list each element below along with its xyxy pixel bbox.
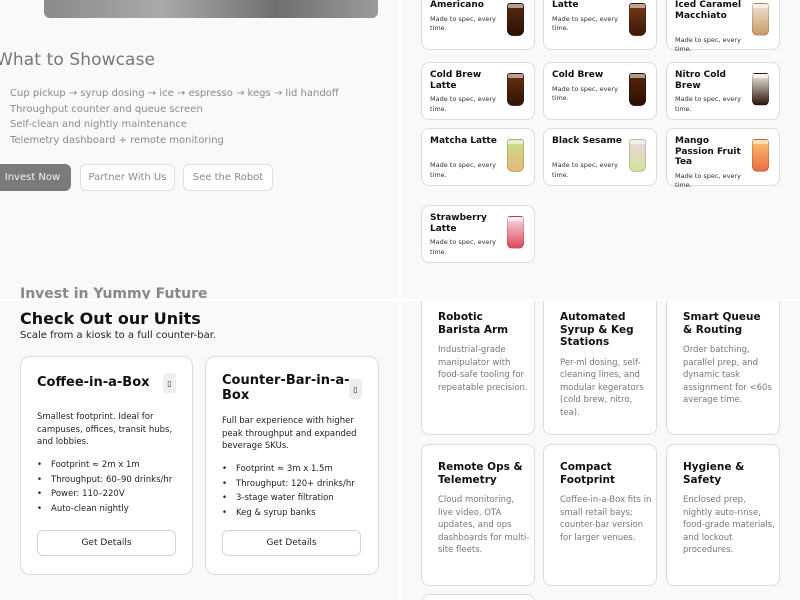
- feature-card: Hygiene & Safety Enclosed prep, nightly a…: [666, 444, 780, 586]
- spec-item: Keg & syrup banks: [222, 506, 355, 521]
- menu-item-card[interactable]: Americano Made to spec, every time.: [421, 0, 535, 50]
- spec-item: Footprint ≈ 2m x 1m: [37, 458, 172, 473]
- features-grid: Robotic Barista Arm Industrial-grade mani…: [400, 300, 800, 600]
- menu-item-description: Made to spec, every time.: [430, 161, 496, 179]
- menu-item-card[interactable]: Cold Brew Made to spec, every time.: [543, 62, 657, 120]
- spec-item: Throughput: 120+ drinks/hr: [222, 477, 355, 492]
- menu-item-description: Made to spec, every time.: [675, 171, 741, 190]
- feature-card: Compact Footprint Coffee-in-a-Box fits in…: [543, 444, 657, 586]
- showcase-list: Cup pickup → syrup dosing → ice → espres…: [10, 86, 339, 148]
- menu-item-card[interactable]: Latte Made to spec, every time.: [543, 0, 657, 50]
- menu-item-name: Strawberry Latte: [430, 213, 487, 234]
- feature-description: Order batching, parallel prep, and dynam…: [683, 345, 772, 405]
- get-details-button[interactable]: Get Details: [37, 530, 176, 556]
- drink-cup-icon: [752, 73, 769, 106]
- feature-description: Coffee-in-a-Box fits in small retail bay…: [560, 495, 652, 543]
- menu-item-name: Mango Passion Fruit Tea: [675, 136, 741, 167]
- menu-item-description: Made to spec, every time.: [552, 161, 618, 179]
- menu-item-description: Made to spec, every time.: [430, 95, 496, 113]
- partner-with-us-button[interactable]: Partner With Us: [80, 164, 175, 191]
- units-title: Check Out our Units: [20, 309, 201, 328]
- menu-item-name: Cold Brew Latte: [430, 70, 482, 91]
- menu-item-name: Iced Caramel Macchiato: [675, 0, 742, 21]
- quadrant-divider: [0, 299, 800, 301]
- menu-item-card[interactable]: Iced Caramel Macchiato Made to spec, ever…: [666, 0, 780, 53]
- menu-item-card[interactable]: Matcha Latte Made to spec, every time.: [421, 128, 535, 186]
- box-icon: ▯: [163, 373, 176, 393]
- feature-card: [421, 594, 535, 600]
- menu-item-description: Made to spec, every time.: [552, 14, 618, 33]
- menu-item-name: Nitro Cold Brew: [675, 70, 726, 91]
- menu-item-name: Americano: [430, 0, 484, 10]
- menu-item-card[interactable]: Strawberry Latte Made to spec, every time…: [421, 205, 535, 263]
- menu-item-name: Latte: [552, 0, 579, 10]
- feature-title: Smart Queue & Routing: [683, 311, 761, 336]
- get-details-button[interactable]: Get Details: [222, 530, 361, 556]
- drink-cup-icon: [752, 3, 769, 36]
- menu-item-description: Made to spec, every time.: [675, 35, 741, 54]
- drink-cup-icon: [629, 3, 646, 36]
- unit-card-counter-bar-in-a-box: Counter-Bar-in-a-Box ▯ Full bar experien…: [205, 356, 379, 575]
- feature-title: Hygiene & Safety: [683, 461, 745, 486]
- invest-section-title: Invest in Yummy Future: [20, 286, 208, 300]
- feature-title: Remote Ops & Telemetry: [438, 461, 523, 486]
- menu-item-name: Black Sesame: [552, 136, 622, 146]
- showcase-item: Throughput counter and queue screen: [10, 103, 203, 115]
- feature-card: Remote Ops & Telemetry Cloud monitoring, …: [421, 444, 535, 586]
- showcase-item: Telemetry dashboard + remote monitoring: [10, 134, 224, 146]
- menu-grid: Americano Made to spec, every time. Latte M…: [400, 0, 800, 300]
- spec-item: Throughput: 60–90 drinks/hr: [37, 473, 172, 488]
- menu-item-card[interactable]: Mango Passion Fruit Tea Made to spec, eve…: [666, 128, 780, 189]
- feature-title: Robotic Barista Arm: [438, 311, 509, 336]
- units-section: Check Out our Units Scale from a kiosk t…: [0, 300, 400, 600]
- feature-title: Compact Footprint: [560, 461, 615, 486]
- feature-title: Automated Syrup & Keg Stations: [560, 311, 634, 348]
- drink-cup-icon: [507, 3, 524, 36]
- drink-cup-icon: [629, 73, 646, 106]
- box-icon: ▯: [349, 379, 362, 399]
- menu-item-description: Made to spec, every time.: [430, 238, 496, 256]
- invest-now-button[interactable]: Invest Now: [0, 164, 71, 191]
- showcase-title: What to Showcase: [0, 50, 156, 70]
- unit-specs: Footprint ≈ 2m x 1m Throughput: 60–90 dr…: [37, 458, 172, 516]
- menu-item-description: Made to spec, every time.: [430, 14, 496, 33]
- unit-title: Counter-Bar-in-a-Box: [222, 373, 350, 403]
- feature-description: Enclosed prep, nightly auto-rinse, food-…: [683, 495, 775, 555]
- menu-item-card[interactable]: Cold Brew Latte Made to spec, every time.: [421, 62, 535, 120]
- showcase-item: Cup pickup → syrup dosing → ice → espres…: [10, 88, 339, 99]
- drink-cup-icon: [507, 73, 524, 106]
- menu-item-card[interactable]: Nitro Cold Brew Made to spec, every time.: [666, 62, 780, 120]
- feature-description: Per-ml dosing, self-cleaning lines, and …: [560, 357, 644, 418]
- menu-item-name: Matcha Latte: [430, 136, 497, 146]
- spec-item: Auto-clean nightly: [37, 502, 172, 517]
- menu-item-card[interactable]: Black Sesame Made to spec, every time.: [543, 128, 657, 186]
- feature-description: Industrial-grade manipulator with food-s…: [438, 345, 528, 393]
- drink-cup-icon: [507, 139, 524, 172]
- unit-title: Coffee-in-a-Box: [37, 375, 150, 390]
- spec-item: Power: 110–220V: [37, 487, 172, 502]
- robot-hero-image: [44, 0, 378, 18]
- spec-item: Footprint ≈ 3m x 1.5m: [222, 462, 355, 477]
- unit-description: Smallest footprint. Ideal for campuses, …: [37, 412, 173, 447]
- drink-cup-icon: [752, 139, 769, 172]
- unit-card-coffee-in-a-box: Coffee-in-a-Box ▯ Smallest footprint. Id…: [20, 356, 193, 575]
- feature-card: Robotic Barista Arm Industrial-grade mani…: [421, 300, 535, 435]
- feature-card: Automated Syrup & Keg Stations Per-ml dos…: [543, 300, 657, 435]
- feature-description: Cloud monitoring, live video, OTA update…: [438, 495, 530, 555]
- units-subtitle: Scale from a kiosk to a full counter-bar…: [20, 330, 217, 341]
- menu-item-description: Made to spec, every time.: [675, 95, 741, 113]
- see-the-robot-button[interactable]: See the Robot: [183, 164, 273, 191]
- menu-item-name: Cold Brew: [552, 70, 604, 80]
- unit-specs: Footprint ≈ 3m x 1.5m Throughput: 120+ d…: [222, 462, 355, 520]
- drink-cup-icon: [629, 139, 646, 172]
- drink-cup-icon: [507, 216, 524, 249]
- spec-item: 3-stage water filtration: [222, 491, 355, 506]
- feature-card: Smart Queue & Routing Order batching, par…: [666, 300, 780, 435]
- unit-description: Full bar experience with higher peak thr…: [222, 416, 357, 451]
- showcase-item: Self-clean and nightly maintenance: [10, 119, 188, 130]
- menu-item-description: Made to spec, every time.: [552, 84, 618, 103]
- showcase-panel: What to Showcase Cup pickup → syrup dosi…: [0, 0, 400, 300]
